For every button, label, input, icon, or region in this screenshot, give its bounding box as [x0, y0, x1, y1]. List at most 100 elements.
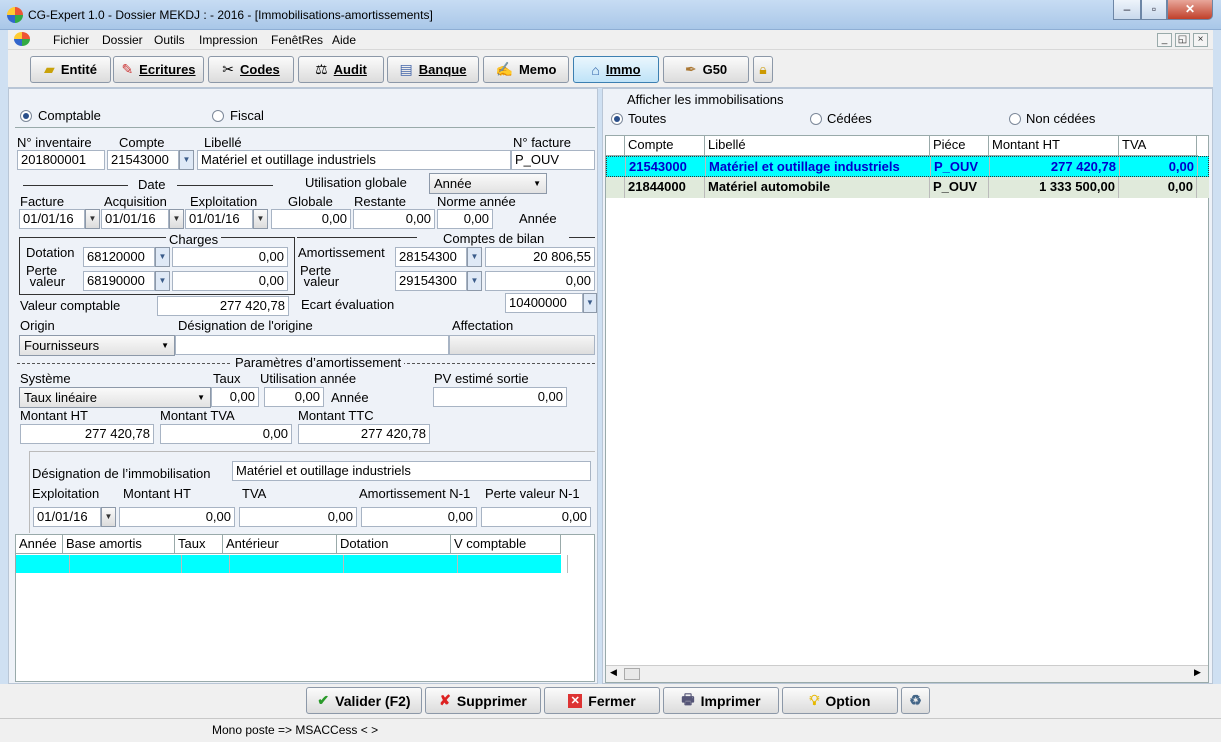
designation-origine-field[interactable] [175, 335, 449, 355]
date-facture-field[interactable]: 01/01/16 [19, 209, 85, 229]
horizontal-scrollbar[interactable]: ◀ ▶ [606, 665, 1208, 682]
col-v-comptable[interactable]: V comptable [451, 535, 561, 553]
ecritures-button[interactable]: ✎ Ecritures [113, 56, 204, 83]
imprimer-button[interactable]: 🖶 Imprimer [663, 687, 779, 714]
col-compte[interactable]: Compte [625, 136, 705, 155]
affectation-field[interactable] [449, 335, 595, 355]
entite-button[interactable]: ▰ Entité [30, 56, 111, 83]
dotation-montant-field[interactable]: 0,00 [172, 247, 288, 267]
option-button[interactable]: 💡︎ Option [782, 687, 898, 714]
menu-fenetres[interactable]: FenêtRes [271, 33, 323, 47]
dotation-compte-dropdown[interactable]: ▼ [155, 247, 170, 267]
utilisation-globale-select[interactable]: Année [429, 173, 547, 194]
immo-button[interactable]: ⌂ Immo [573, 56, 659, 83]
compte-field[interactable]: 21543000 [107, 150, 179, 170]
menu-fichier[interactable]: Fichier [53, 33, 89, 47]
table-row[interactable]: 21543000 Matériel et outillage industrie… [606, 156, 1209, 177]
affectation-label: Affectation [452, 318, 514, 333]
minimize-button[interactable]: – [1113, 0, 1141, 20]
mdi-close-button[interactable]: × [1193, 33, 1208, 47]
facture-no-field[interactable]: P_OUV [511, 150, 595, 170]
perte-bilan-compte-dropdown[interactable]: ▼ [467, 271, 482, 291]
col-base-amortis[interactable]: Base amortis [63, 535, 175, 553]
menu-dossier[interactable]: Dossier [102, 33, 143, 47]
tva-field[interactable]: 0,00 [239, 507, 357, 527]
menu-impression[interactable]: Impression [199, 33, 258, 47]
ecart-field[interactable]: 10400000 [505, 293, 583, 313]
mdi-restore-button[interactable]: ◱ [1175, 33, 1190, 47]
memo-button[interactable]: ✍ Memo [483, 56, 569, 83]
maximize-button[interactable]: ▫ [1141, 0, 1167, 20]
date-exploitation-field[interactable]: 01/01/16 [185, 209, 253, 229]
scroll-right-icon[interactable]: ▶ [1194, 667, 1201, 678]
audit-button[interactable]: ⚖ Audit [298, 56, 384, 83]
col-anterieur[interactable]: Antérieur [223, 535, 337, 553]
pv-sortie-field[interactable]: 0,00 [433, 387, 567, 407]
montant-ttc-field[interactable]: 277 420,78 [298, 424, 430, 444]
montant-ht-field[interactable]: 277 420,78 [20, 424, 154, 444]
schedule-row[interactable] [16, 555, 568, 573]
amort-montant-field[interactable]: 20 806,55 [485, 247, 595, 267]
date-facture-dropdown[interactable]: ▼ [85, 209, 100, 229]
comptable-radio[interactable] [20, 110, 32, 122]
col-montant-ht[interactable]: Montant HT [989, 136, 1119, 155]
col-taux[interactable]: Taux [175, 535, 223, 553]
taux-field[interactable]: 0,00 [211, 387, 259, 407]
libelle-field[interactable]: Matériel et outillage industriels [197, 150, 511, 170]
date-acquisition-field[interactable]: 01/01/16 [101, 209, 169, 229]
menu-aide[interactable]: Aide [332, 33, 356, 47]
montant-tva-field[interactable]: 0,00 [160, 424, 292, 444]
col-dotation[interactable]: Dotation [337, 535, 451, 553]
compte-dropdown[interactable]: ▼ [179, 150, 194, 170]
fermer-button[interactable]: ✕ Fermer [544, 687, 660, 714]
inventaire-field[interactable]: 201800001 [17, 150, 105, 170]
scroll-thumb[interactable] [624, 668, 640, 680]
perte-compte-field[interactable]: 68190000 [83, 271, 155, 291]
lock-button[interactable]: 🔒︎ [753, 56, 773, 83]
recycle-button[interactable]: ♻ [901, 687, 930, 714]
montant-ht2-field[interactable]: 0,00 [119, 507, 235, 527]
amort-n1-field[interactable]: 0,00 [361, 507, 477, 527]
immobilisations-grid[interactable]: Compte Libellé Piéce Montant HT TVA 2154… [605, 135, 1209, 683]
norme-annee-field[interactable]: 0,00 [437, 209, 493, 229]
globale-field[interactable]: 0,00 [271, 209, 351, 229]
systeme-select[interactable]: Taux linéaire [19, 387, 211, 408]
col-annee[interactable]: Année [16, 535, 63, 553]
origin-select[interactable]: Fournisseurs [19, 335, 175, 356]
col-tva[interactable]: TVA [1119, 136, 1197, 155]
exploitation2-dropdown[interactable]: ▼ [101, 507, 116, 527]
utilisation-annee-field[interactable]: 0,00 [264, 387, 324, 407]
perte-n1-field[interactable]: 0,00 [481, 507, 591, 527]
date-acquisition-dropdown[interactable]: ▼ [169, 209, 184, 229]
col-piece[interactable]: Piéce [930, 136, 989, 155]
perte-compte-dropdown[interactable]: ▼ [155, 271, 170, 291]
perte-bilan-compte-field[interactable]: 29154300 [395, 271, 467, 291]
schedule-grid[interactable]: Année Base amortis Taux Antérieur Dotati… [15, 534, 595, 682]
supprimer-button[interactable]: ✘ Supprimer [425, 687, 541, 714]
ecart-dropdown[interactable]: ▼ [583, 293, 597, 313]
table-row[interactable]: 21844000 Matériel automobile P_OUV 1 333… [606, 177, 1209, 198]
toutes-radio[interactable] [611, 113, 623, 125]
g50-button[interactable]: ✒ G50 [663, 56, 749, 83]
amort-compte-field[interactable]: 28154300 [395, 247, 467, 267]
exploitation2-field[interactable]: 01/01/16 [33, 507, 101, 527]
amort-compte-dropdown[interactable]: ▼ [467, 247, 482, 267]
date-exploitation-dropdown[interactable]: ▼ [253, 209, 268, 229]
designation-immo-field[interactable]: Matériel et outillage industriels [232, 461, 591, 481]
mdi-minimize-button[interactable]: _ [1157, 33, 1172, 47]
restante-field[interactable]: 0,00 [353, 209, 435, 229]
banque-button[interactable]: ▤ Banque [387, 56, 479, 83]
codes-button[interactable]: ✂ Codes [208, 56, 294, 83]
col-libelle[interactable]: Libellé [705, 136, 930, 155]
menu-outils[interactable]: Outils [154, 33, 185, 47]
dotation-compte-field[interactable]: 68120000 [83, 247, 155, 267]
scroll-left-icon[interactable]: ◀ [610, 667, 617, 678]
perte-bilan-montant-field[interactable]: 0,00 [485, 271, 595, 291]
valider-button[interactable]: ✔ Valider (F2) [306, 687, 422, 714]
perte-montant-field[interactable]: 0,00 [172, 271, 288, 291]
cedees-radio[interactable] [810, 113, 822, 125]
valeur-comptable-field[interactable]: 277 420,78 [157, 296, 289, 316]
close-button[interactable]: ✕ [1167, 0, 1213, 20]
non-cedees-radio[interactable] [1009, 113, 1021, 125]
fiscal-radio[interactable] [212, 110, 224, 122]
